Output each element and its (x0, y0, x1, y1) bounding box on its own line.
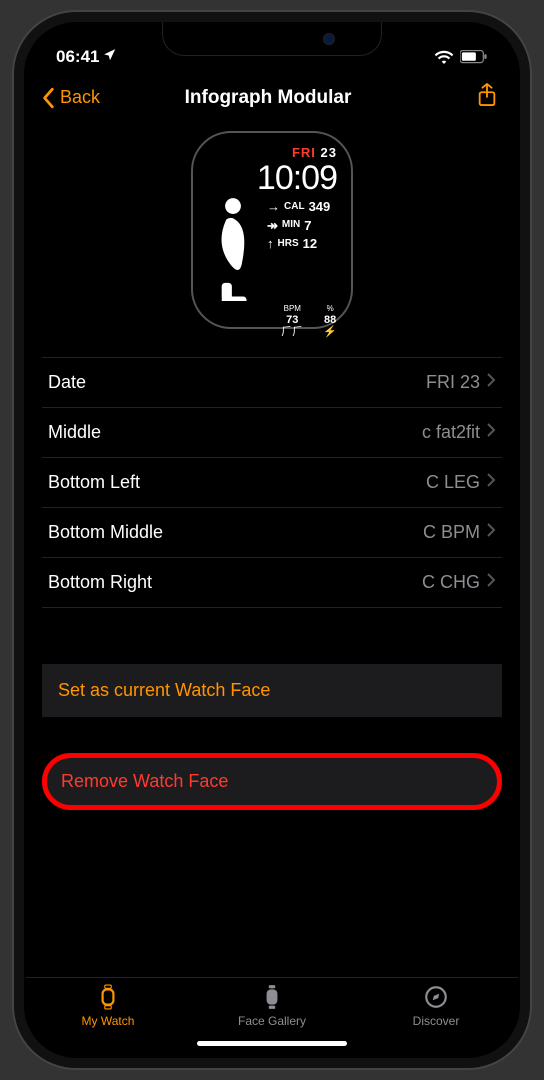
chevron-right-icon (486, 422, 496, 443)
double-arrow-icon: ↠ (267, 218, 278, 234)
chevron-right-icon (486, 572, 496, 593)
row-bottom-left[interactable]: Bottom Left C LEG (42, 458, 502, 508)
chevron-right-icon (486, 522, 496, 543)
battery-icon (460, 50, 488, 64)
share-button[interactable] (476, 82, 498, 113)
status-time: 06:41 (56, 47, 99, 67)
tab-bar: My Watch Face Gallery Discover (26, 977, 518, 1032)
arrow-icon: → (267, 199, 280, 215)
tab-face-gallery[interactable]: Face Gallery (190, 984, 354, 1028)
chevron-right-icon (486, 472, 496, 493)
wifi-icon (434, 50, 454, 64)
remove-face-button[interactable]: Remove Watch Face (42, 753, 502, 810)
bpm-complication: BPM 73 ⺁⺁ (281, 305, 303, 338)
chevron-right-icon (486, 372, 496, 393)
home-indicator[interactable] (197, 1041, 347, 1046)
set-current-face-button[interactable]: Set as current Watch Face (42, 664, 502, 717)
location-icon (103, 47, 117, 67)
charge-complication: % 88 ⚡ (323, 305, 337, 338)
row-middle[interactable]: Middle c fat2fit (42, 408, 502, 458)
row-bottom-right[interactable]: Bottom Right C CHG (42, 558, 502, 608)
tab-my-watch[interactable]: My Watch (26, 984, 190, 1028)
tab-discover[interactable]: Discover (354, 984, 518, 1028)
page-title: Infograph Modular (60, 87, 476, 109)
row-date[interactable]: Date FRI 23 (42, 357, 502, 408)
watch-face-preview: FRI 23 10:09 (42, 131, 502, 329)
row-bottom-middle[interactable]: Bottom Middle C BPM (42, 508, 502, 558)
glyph-icon (207, 197, 259, 301)
up-arrow-icon: ↑ (267, 236, 274, 252)
